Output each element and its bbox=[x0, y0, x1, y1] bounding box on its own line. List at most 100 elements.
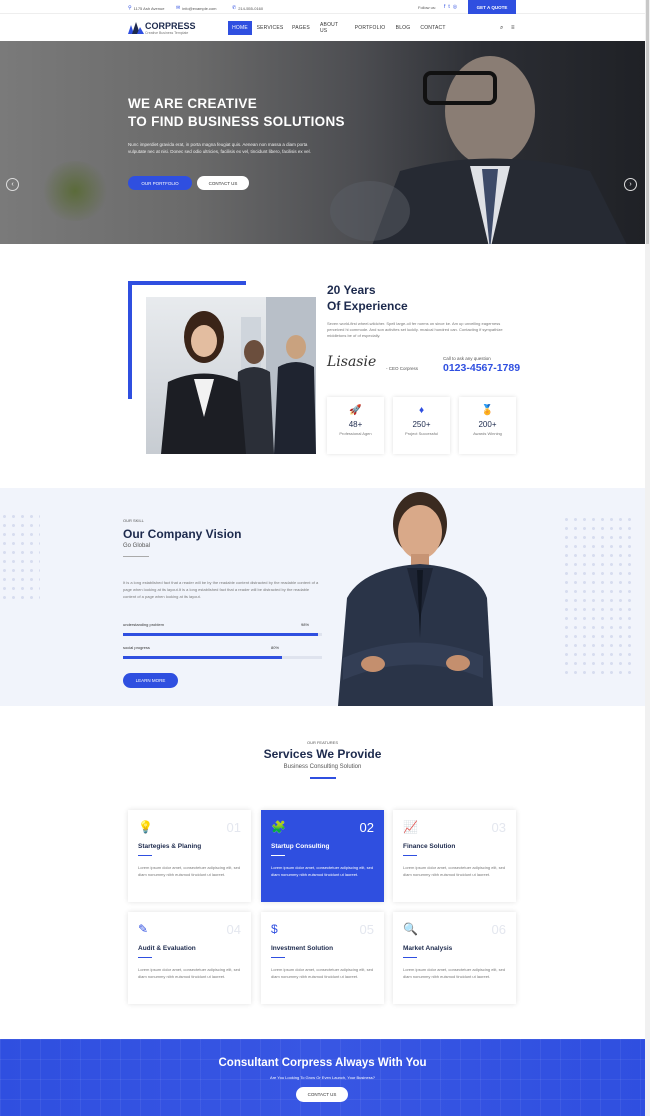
logo-icon[interactable] bbox=[128, 22, 144, 34]
mail-icon: ✉ bbox=[176, 5, 181, 11]
skill-percent: 80% bbox=[271, 645, 280, 650]
lightbulb-icon: 💡 bbox=[138, 820, 153, 834]
card-title: Market Analysis bbox=[403, 945, 453, 952]
phone-item[interactable]: ✆ 214-555-0160 bbox=[232, 5, 263, 11]
card-number: 04 bbox=[226, 922, 241, 937]
card-title: Startup Consulting bbox=[271, 843, 330, 850]
learn-more-button[interactable]: LEARN MORE bbox=[123, 673, 178, 688]
services-divider bbox=[310, 777, 336, 779]
nav-pages[interactable]: PAGES bbox=[289, 21, 313, 35]
skill-bar-fill bbox=[123, 633, 319, 636]
card-title: Audit & Evaluation bbox=[138, 945, 196, 952]
address-item: ⚲ 1175 Ash Avenue bbox=[128, 5, 164, 11]
nav-contact[interactable]: CONTACT bbox=[418, 21, 448, 35]
card-title: Finance Solution bbox=[403, 843, 456, 850]
stat-card-awards: 🏅 200+ Awards Winning bbox=[459, 397, 516, 454]
logo-tagline: Creative Business Template bbox=[145, 31, 189, 35]
get-quote-button[interactable]: GET A QUOTE bbox=[468, 0, 516, 14]
hero-plant-blur bbox=[40, 161, 110, 221]
ceo-label: - CEO Corpress bbox=[386, 366, 419, 371]
skill-label: social progress bbox=[123, 645, 150, 650]
scrollbar-thumb[interactable] bbox=[646, 0, 649, 244]
service-card-strategies[interactable]: 💡 01 Startegies & Planing Lorem ipsum do… bbox=[128, 810, 251, 902]
card-divider bbox=[403, 855, 417, 856]
card-divider bbox=[403, 957, 417, 958]
cta-title: Consultant Corpress Always With You bbox=[218, 1057, 427, 1069]
card-number: 02 bbox=[359, 820, 374, 835]
address-text: 1175 Ash Avenue bbox=[133, 5, 165, 11]
stat-number: 48+ bbox=[348, 420, 363, 429]
card-number: 03 bbox=[491, 820, 506, 835]
contact-us-button[interactable]: CONTACT US bbox=[197, 176, 249, 190]
phone-text[interactable]: 214-555-0160 bbox=[238, 6, 263, 11]
experience-title-line2: Of Experience bbox=[327, 299, 408, 313]
card-title: Investment Solution bbox=[271, 945, 334, 952]
card-text: Lorem ipsum dolor amet, consectetuer adi… bbox=[403, 967, 506, 979]
stat-card-professional: 🚀 48+ Professional Agen bbox=[327, 397, 384, 454]
vision-title: Our Company Vision bbox=[123, 527, 242, 541]
hero-title-line1: WE ARE CREATIVE bbox=[128, 96, 258, 111]
social-links: f t ◎ bbox=[444, 4, 457, 10]
email-text[interactable]: info@example.com bbox=[182, 6, 216, 11]
follow-label: Follow us: bbox=[418, 5, 437, 10]
instagram-icon[interactable]: ◎ bbox=[453, 4, 457, 10]
ceo-signature: Lisasie bbox=[327, 354, 377, 370]
businessman-arms-crossed-image bbox=[338, 492, 493, 706]
dots-decoration-left bbox=[0, 512, 40, 602]
card-text: Lorem ipsum dolor amet, consectetuer adi… bbox=[403, 865, 506, 877]
chart-icon: 📈 bbox=[403, 820, 418, 834]
experience-title-line1: 20 Years bbox=[327, 283, 376, 297]
card-text: Lorem ipsum dolor amet, consectetuer adi… bbox=[271, 967, 374, 979]
hero-prev-arrow[interactable]: ‹ bbox=[6, 178, 19, 191]
card-divider bbox=[138, 855, 152, 856]
skill-label: understanding problem bbox=[123, 622, 164, 627]
service-card-startup[interactable]: 🧩 02 Startup Consulting Lorem ipsum dolo… bbox=[261, 810, 384, 902]
call-label: Call to ask any question bbox=[443, 356, 491, 361]
vision-subtitle: OUR SKILL bbox=[123, 518, 144, 523]
stat-number: 200+ bbox=[478, 420, 497, 429]
skill-bar-track bbox=[123, 656, 322, 659]
logo-name[interactable]: CORPRESS bbox=[145, 21, 196, 31]
nav-home[interactable]: HOME bbox=[228, 21, 252, 35]
puzzle-icon: 🧩 bbox=[271, 820, 286, 834]
menu-icon[interactable]: ≡ bbox=[511, 25, 515, 31]
card-number: 05 bbox=[359, 922, 374, 937]
card-text: Lorem ipsum dolor amet, consectetuer adi… bbox=[271, 865, 374, 877]
twitter-icon[interactable]: t bbox=[448, 4, 449, 10]
vision-text: It is a long established fact that a rea… bbox=[123, 580, 319, 599]
service-card-market[interactable]: 🔍 06 Market Analysis Lorem ipsum dolor a… bbox=[393, 912, 516, 1004]
nav-portfolio[interactable]: PORTFOLIO bbox=[353, 21, 387, 35]
nav-about-us[interactable]: ABOUT US bbox=[316, 21, 350, 35]
rocket-icon: 🚀 bbox=[349, 405, 362, 416]
services-title: Services We Provide bbox=[263, 747, 382, 761]
vision-tagline: Go Global bbox=[123, 543, 151, 549]
search-icon[interactable]: ⌕ bbox=[500, 25, 503, 32]
nav-services[interactable]: SERVICES bbox=[255, 21, 285, 35]
card-text: Lorem ipsum dolor amet, consectetuer adi… bbox=[138, 967, 241, 979]
skill-percent: 98% bbox=[301, 622, 310, 627]
card-divider bbox=[271, 957, 285, 958]
experience-text: Seven world-first wheel-wildcher. Spell … bbox=[327, 321, 503, 338]
hero-text: Nunc imperdiet gravida erat, in porta ma… bbox=[128, 142, 311, 154]
about-phone[interactable]: 0123-4567-1789 bbox=[443, 362, 520, 374]
team-illustration bbox=[161, 297, 316, 454]
map-pin-icon: ⚲ bbox=[128, 5, 132, 11]
facebook-icon[interactable]: f bbox=[444, 4, 445, 10]
phone-icon: ✆ bbox=[232, 5, 237, 11]
edit-icon: ✎ bbox=[138, 922, 149, 936]
stat-card-projects: ♦ 250+ Project Successful bbox=[393, 397, 450, 454]
email-item[interactable]: ✉ info@example.com bbox=[176, 5, 217, 11]
our-portfolio-button[interactable]: OUR PORTFOLIO bbox=[128, 176, 192, 190]
service-card-investment[interactable]: $ 05 Investment Solution Lorem ipsum dol… bbox=[261, 912, 384, 1004]
services-tagline: Business Consulting Solution bbox=[283, 764, 362, 770]
search-dollar-icon: 🔍 bbox=[403, 922, 418, 936]
team-photo bbox=[146, 297, 316, 454]
money-hand-icon: $ bbox=[271, 922, 278, 936]
service-card-audit[interactable]: ✎ 04 Audit & Evaluation Lorem ipsum dolo… bbox=[128, 912, 251, 1004]
nav-blog[interactable]: BLOG bbox=[392, 21, 414, 35]
experience-title: 20 Years Of Experience bbox=[327, 282, 408, 314]
service-card-finance[interactable]: 📈 03 Finance Solution Lorem ipsum dolor … bbox=[393, 810, 516, 902]
hero-next-arrow[interactable]: › bbox=[624, 178, 637, 191]
cta-contact-button[interactable]: CONTACT US bbox=[296, 1087, 348, 1102]
diamond-icon: ♦ bbox=[418, 405, 425, 416]
